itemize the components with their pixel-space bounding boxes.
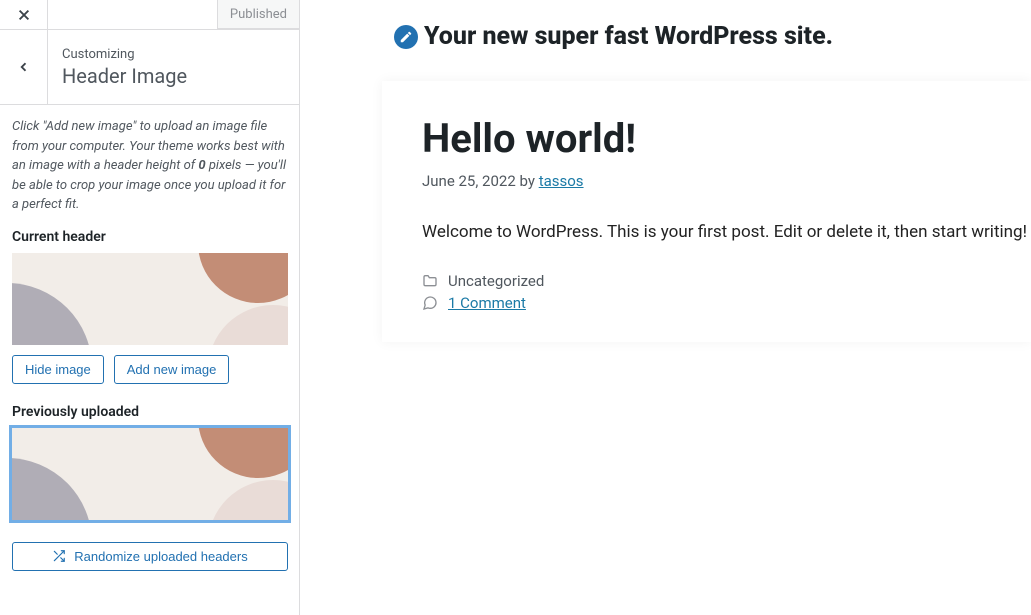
shuffle-icon [52, 549, 66, 563]
section-title: Header Image [62, 64, 187, 88]
pencil-icon [399, 30, 413, 44]
comments-icon [422, 295, 438, 311]
thumb-shape [208, 480, 288, 520]
help-text: Click "Add new image" to upload an image… [12, 117, 287, 215]
section-titles: Customizing Header Image [48, 30, 201, 104]
help-text-num: 0 [198, 158, 205, 173]
back-button[interactable] [0, 30, 48, 104]
publish-status-label: Published [230, 7, 287, 22]
current-header-thumbnail[interactable] [12, 253, 288, 345]
add-new-image-button[interactable]: Add new image [114, 355, 230, 384]
current-header-label: Current header [12, 229, 287, 245]
post-author-link[interactable]: tassos [539, 172, 584, 190]
post-category[interactable]: Uncategorized [448, 272, 544, 290]
publish-status-button[interactable]: Published [217, 0, 299, 29]
close-icon [17, 8, 31, 22]
post-date: June 25, 2022 [422, 172, 516, 190]
sidebar-body: Click "Add new image" to upload an image… [0, 105, 299, 583]
post-body: Welcome to WordPress. This is your first… [422, 222, 991, 242]
thumb-shape [198, 428, 288, 478]
thumb-shape [198, 253, 288, 303]
post-category-row: Uncategorized [422, 272, 991, 290]
thumb-shape [12, 283, 92, 345]
previously-uploaded-label: Previously uploaded [12, 404, 287, 420]
sidebar-topbar: Published [0, 0, 299, 30]
randomize-headers-label: Randomize uploaded headers [74, 549, 247, 564]
post-comments-link[interactable]: 1 Comment [448, 294, 526, 312]
site-preview: Your new super fast WordPress site. Hell… [300, 0, 1031, 615]
post-card: Hello world! June 25, 2022 by tassos Wel… [382, 81, 1031, 342]
post-comments-row: 1 Comment [422, 294, 991, 312]
customizer-sidebar: Published Customizing Header Image Click… [0, 0, 300, 615]
section-header: Customizing Header Image [0, 30, 299, 105]
hide-image-label: Hide image [25, 362, 91, 377]
topbar-spacer [48, 0, 217, 29]
edit-shortcut-button[interactable] [394, 25, 418, 49]
section-breadcrumb: Customizing [62, 47, 187, 62]
folder-icon [422, 273, 438, 289]
post-title[interactable]: Hello world! [422, 115, 991, 162]
post-meta: June 25, 2022 by tassos [422, 172, 991, 190]
close-button[interactable] [0, 0, 48, 29]
previous-header-thumbnail[interactable] [12, 428, 288, 520]
add-new-image-label: Add new image [127, 362, 217, 377]
site-header: Your new super fast WordPress site. [300, 0, 1031, 81]
thumb-shape [12, 458, 92, 520]
post-by-label: by [520, 172, 535, 190]
site-title[interactable]: Your new super fast WordPress site. [424, 22, 833, 51]
thumb-shape [208, 305, 288, 345]
randomize-headers-button[interactable]: Randomize uploaded headers [12, 542, 288, 571]
chevron-left-icon [18, 61, 30, 73]
hide-image-button[interactable]: Hide image [12, 355, 104, 384]
header-buttons-row: Hide image Add new image [12, 355, 287, 384]
